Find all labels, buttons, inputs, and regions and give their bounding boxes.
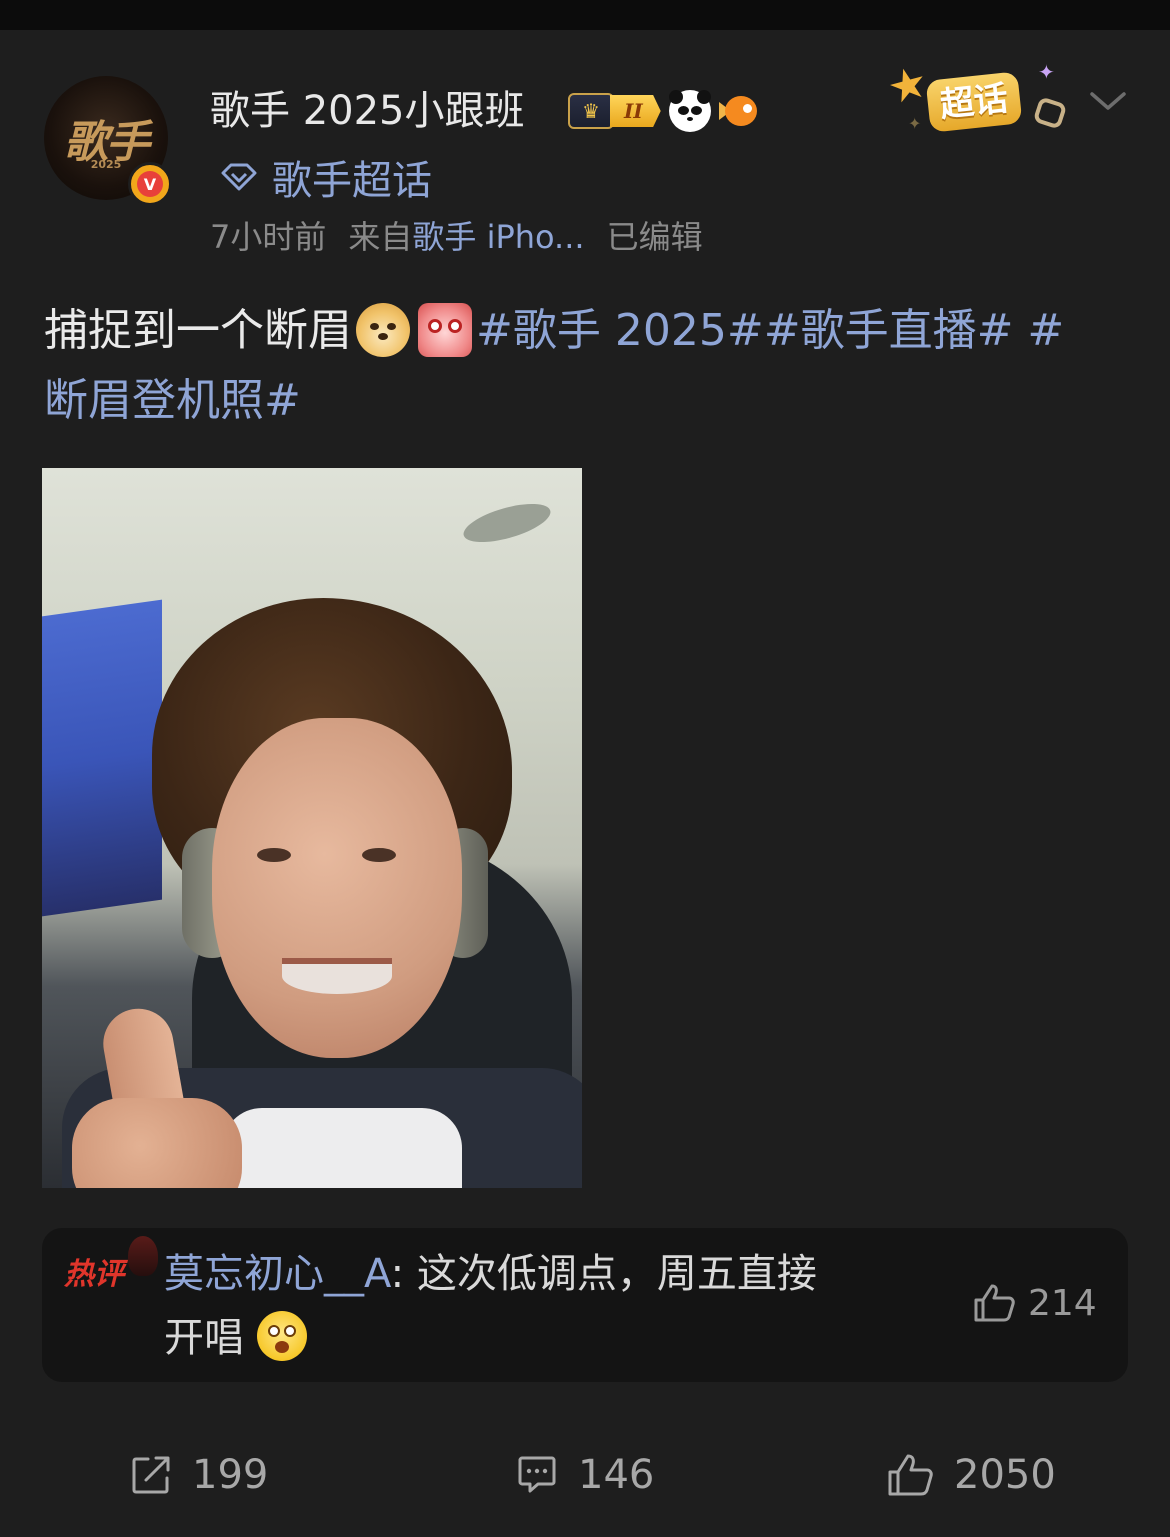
star-icon: ★ xyxy=(882,55,934,116)
author-name[interactable]: 歌手 2025小跟班 xyxy=(210,88,525,134)
sparkle-icon: ✦ xyxy=(1038,60,1055,84)
supertopic-badge-label: 超话 xyxy=(925,71,1023,133)
hot-comment-body-2: 开唱 xyxy=(164,1315,244,1361)
repost-button[interactable]: 199 xyxy=(130,1440,268,1510)
post-source-prefix: 来自 xyxy=(348,218,413,256)
comment-button[interactable]: 146 xyxy=(516,1440,654,1510)
author-badges: ♛ II xyxy=(568,90,761,132)
repost-count: 199 xyxy=(192,1452,269,1498)
chevron-down-icon[interactable] xyxy=(1088,86,1128,116)
thumbs-up-icon xyxy=(974,1284,1015,1322)
photo-hand xyxy=(72,1098,242,1188)
post-text: 捕捉到一个断眉 xyxy=(44,305,352,356)
verified-badge: V xyxy=(128,162,172,206)
photo-tshirt xyxy=(222,1108,462,1188)
supertopic-link[interactable]: 歌手超话 xyxy=(220,152,432,204)
crying-emoji-icon xyxy=(418,303,472,357)
hot-comment-like-button[interactable]: 214 xyxy=(972,1278,1097,1328)
post-source[interactable]: 歌手 iPho... xyxy=(412,218,584,256)
status-bar xyxy=(0,0,1170,30)
hashtag-line-2[interactable]: 断眉登机照# xyxy=(44,375,301,426)
photo-mouth xyxy=(282,958,392,994)
post-content: 捕捉到一个断眉 #歌手 2025##歌手直播# # 断眉登机照# xyxy=(44,296,1124,436)
fish-icon xyxy=(718,92,761,130)
post-edited[interactable]: 已编辑 xyxy=(607,218,703,256)
hot-comment-author[interactable]: 莫忘初心__A xyxy=(164,1251,391,1297)
thumbs-up-icon xyxy=(888,1454,933,1496)
photo-face xyxy=(212,718,462,1058)
panda-icon xyxy=(668,90,711,132)
hashtag-line-1[interactable]: #歌手 2025##歌手直播# # xyxy=(476,305,1064,356)
post-meta: 7小时前 来自歌手 iPho... 已编辑 xyxy=(210,216,703,258)
like-count: 2050 xyxy=(954,1452,1056,1498)
photo-eye xyxy=(362,848,396,862)
post-time: 7小时前 xyxy=(210,218,327,256)
hot-comment-body-1: : 这次低调点，周五直接 xyxy=(390,1251,817,1297)
level-label: II xyxy=(610,95,661,127)
sparkle-icon: ✦ xyxy=(908,114,922,133)
comment-count: 146 xyxy=(578,1452,655,1498)
fan-level-badge[interactable]: ♛ II xyxy=(568,93,661,129)
like-button[interactable]: 2050 xyxy=(886,1440,1056,1510)
post-photo[interactable] xyxy=(42,468,582,1188)
verified-icon: V xyxy=(137,171,163,197)
share-icon xyxy=(132,1456,170,1494)
bubble-icon xyxy=(1032,96,1068,130)
photo-vent xyxy=(459,496,555,550)
hot-comment-like-count: 214 xyxy=(1028,1282,1097,1324)
comment-icon xyxy=(518,1456,556,1493)
supertopic-link-label: 歌手超话 xyxy=(272,158,432,204)
photo-eye xyxy=(257,848,291,862)
supertopic-badge[interactable]: ★ 超话 ✦ ✦ xyxy=(882,56,1068,136)
wow-emoji-icon xyxy=(256,1311,307,1361)
post-action-bar: 199 146 2050 xyxy=(0,1440,1170,1510)
doge-emoji-icon xyxy=(356,303,410,357)
crown-icon: ♛ xyxy=(568,93,614,129)
hot-comment-text: 莫忘初心__A: 这次低调点，周五直接 开唱 xyxy=(164,1242,934,1370)
photo-window xyxy=(42,599,162,917)
hot-comment-label: 热评 xyxy=(64,1257,124,1292)
diamond-icon xyxy=(221,163,257,191)
hot-comment[interactable]: 热评 莫忘初心__A: 这次低调点，周五直接 开唱 214 xyxy=(42,1228,1128,1382)
